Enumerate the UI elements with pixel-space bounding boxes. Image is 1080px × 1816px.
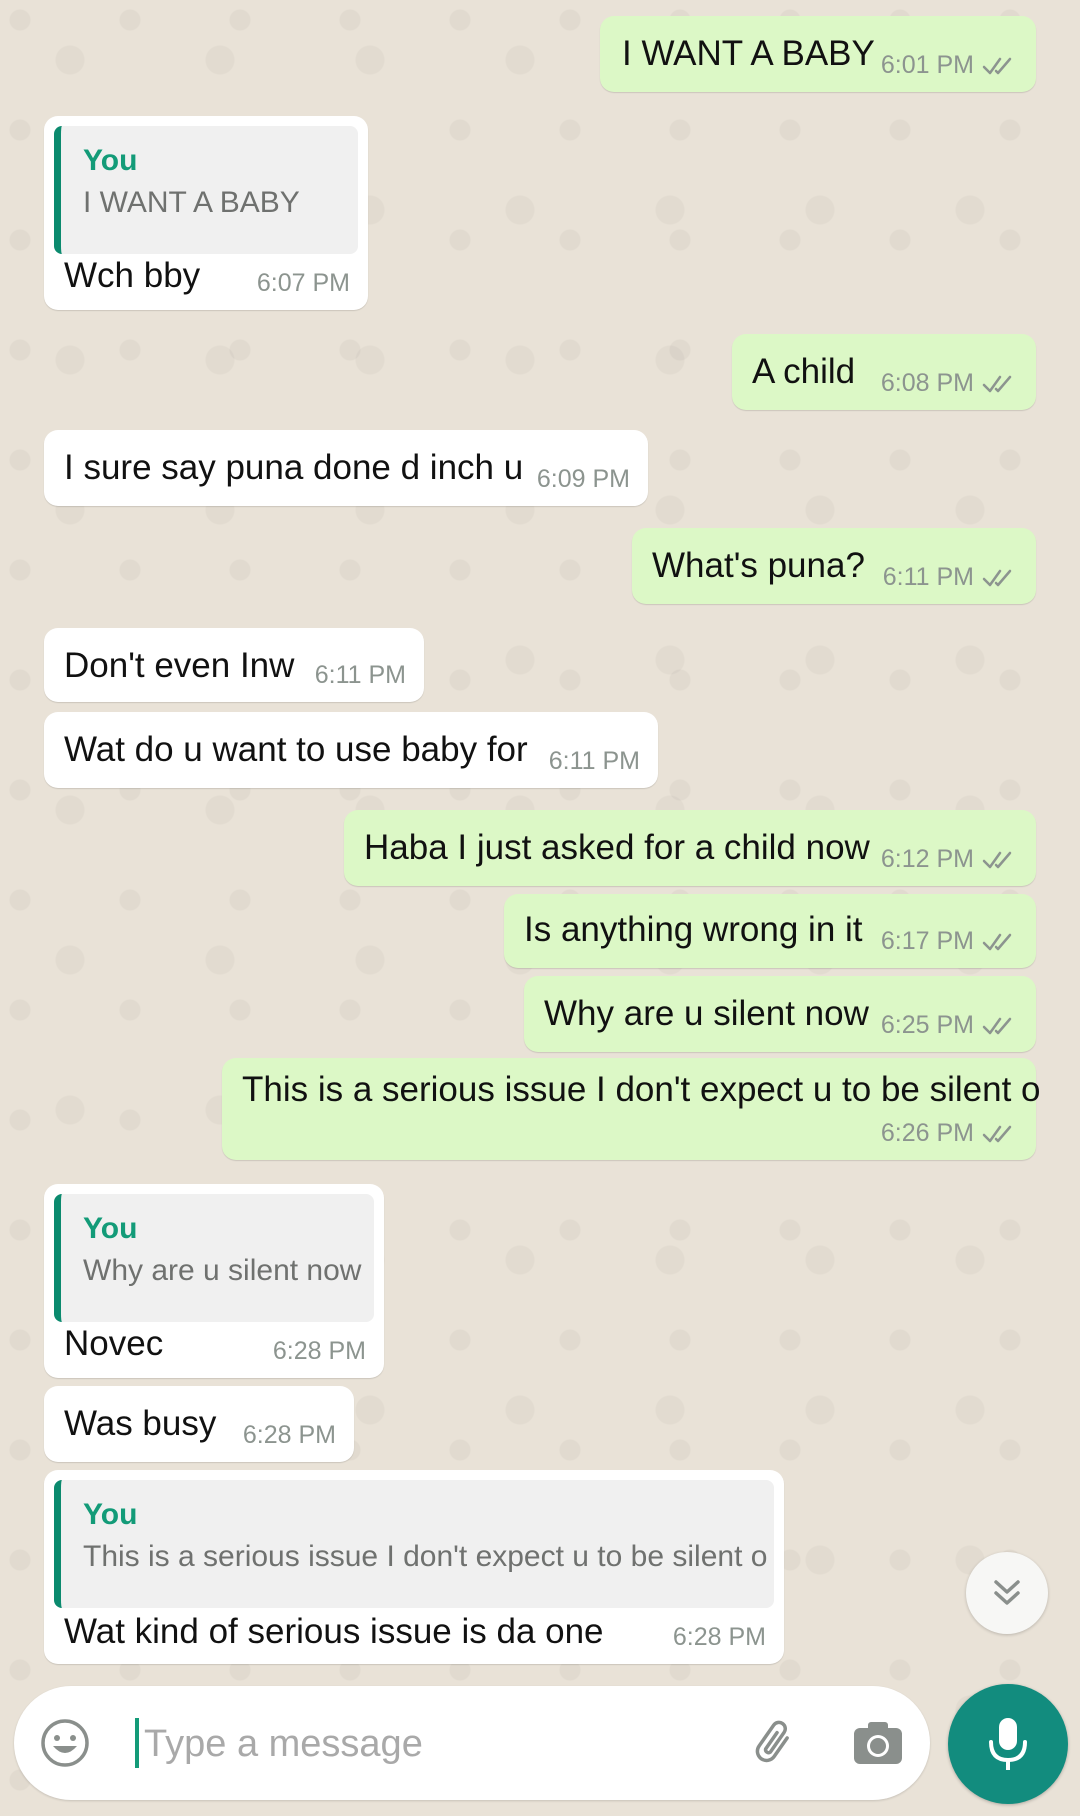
- message-composer: [14, 1686, 930, 1800]
- scroll-to-bottom-button[interactable]: [966, 1552, 1048, 1634]
- message-text: Wat do u want to use baby for: [64, 730, 528, 769]
- paperclip-icon[interactable]: [748, 1716, 804, 1772]
- message-text: A child: [752, 352, 856, 391]
- message-text: I WANT A BABY: [622, 34, 875, 73]
- microphone-icon: [989, 1718, 1027, 1770]
- message-outgoing[interactable]: What's puna? 6:11 PM: [632, 528, 1036, 604]
- read-ticks-icon: [982, 1125, 1012, 1142]
- message-text: Wch bby: [64, 256, 201, 295]
- message-meta: 6:08 PM: [881, 369, 1018, 398]
- message-outgoing[interactable]: Haba I just asked for a child now 6:12 P…: [344, 810, 1036, 886]
- message-meta: 6:09 PM: [537, 465, 630, 494]
- message-time: 6:07 PM: [256, 269, 350, 297]
- quoted-message[interactable]: You This is a serious issue I don't expe…: [54, 1480, 774, 1608]
- read-ticks-icon: [982, 1017, 1012, 1034]
- message-incoming[interactable]: Wat do u want to use baby for 6:11 PM: [44, 712, 658, 788]
- message-incoming[interactable]: Was busy 6:28 PM: [44, 1386, 354, 1462]
- quoted-text: This is a serious issue I don't expect u…: [83, 1540, 768, 1573]
- message-time: 6:28 PM: [672, 1623, 766, 1651]
- message-outgoing[interactable]: Why are u silent now 6:25 PM: [524, 976, 1036, 1052]
- message-incoming[interactable]: You This is a serious issue I don't expe…: [44, 1470, 784, 1664]
- message-time: 6:17 PM: [880, 927, 974, 955]
- quoted-message[interactable]: You I WANT A BABY: [54, 126, 358, 254]
- message-meta: 6:25 PM: [881, 1011, 1018, 1040]
- quoted-sender: You: [83, 1212, 138, 1245]
- message-text: Why are u silent now: [544, 994, 869, 1033]
- message-text: This is a serious issue I don't expect u…: [242, 1070, 1041, 1109]
- message-outgoing[interactable]: This is a serious issue I don't expect u…: [222, 1058, 1041, 1160]
- double-chevron-down-icon: [994, 1580, 1020, 1605]
- message-time: 6:26 PM: [880, 1119, 974, 1147]
- message-incoming[interactable]: You I WANT A BABY Wch bby 6:07 PM: [44, 116, 368, 310]
- quoted-sender: You: [83, 144, 138, 177]
- camera-icon[interactable]: [850, 1716, 906, 1772]
- message-meta: 6:07 PM: [257, 269, 350, 298]
- quoted-sender: You: [83, 1498, 138, 1531]
- message-meta: 6:28 PM: [243, 1421, 336, 1450]
- message-text: I sure say puna done d inch u: [64, 448, 524, 487]
- message-list[interactable]: I WANT A BABY 6:01 PM You I WANT A BABY …: [0, 0, 1080, 1680]
- message-incoming[interactable]: You Why are u silent now Novec 6:28 PM: [44, 1184, 384, 1378]
- message-text: Haba I just asked for a child now: [364, 828, 870, 867]
- message-incoming[interactable]: I sure say puna done d inch u 6:09 PM: [44, 430, 648, 506]
- message-time: 6:28 PM: [272, 1337, 366, 1365]
- message-text: What's puna?: [652, 546, 865, 585]
- quoted-text: Why are u silent now: [83, 1254, 362, 1287]
- message-meta: 6:11 PM: [549, 747, 640, 776]
- message-outgoing[interactable]: Is anything wrong in it 6:17 PM: [504, 894, 1036, 968]
- message-text: Don't even Inw: [64, 646, 295, 685]
- message-time: 6:08 PM: [880, 369, 974, 397]
- message-meta: 6:01 PM: [881, 51, 1018, 80]
- message-meta: 6:26 PM: [881, 1119, 1018, 1148]
- message-time: 6:12 PM: [880, 845, 974, 873]
- message-text: Novec: [64, 1324, 164, 1363]
- read-ticks-icon: [982, 375, 1012, 392]
- message-time: 6:01 PM: [880, 51, 974, 79]
- emoji-icon[interactable]: [38, 1716, 92, 1770]
- message-time: 6:11 PM: [548, 747, 640, 775]
- message-incoming[interactable]: Don't even Inw 6:11 PM: [44, 628, 424, 702]
- message-text: Wat kind of serious issue is da one: [64, 1612, 604, 1651]
- message-time: 6:11 PM: [314, 661, 406, 689]
- message-text: Was busy: [64, 1404, 217, 1443]
- message-meta: 6:11 PM: [315, 661, 406, 690]
- read-ticks-icon: [982, 569, 1012, 586]
- message-outgoing[interactable]: I WANT A BABY 6:01 PM: [600, 16, 1036, 92]
- message-outgoing[interactable]: A child 6:08 PM: [732, 334, 1036, 410]
- read-ticks-icon: [982, 57, 1012, 74]
- message-meta: 6:17 PM: [881, 927, 1018, 956]
- read-ticks-icon: [982, 851, 1012, 868]
- message-text: Is anything wrong in it: [524, 910, 863, 949]
- read-ticks-icon: [982, 933, 1012, 950]
- message-time: 6:28 PM: [242, 1421, 336, 1449]
- message-meta: 6:28 PM: [273, 1337, 366, 1366]
- message-time: 6:11 PM: [882, 563, 974, 591]
- message-time: 6:09 PM: [536, 465, 630, 493]
- text-cursor: [135, 1718, 139, 1768]
- message-meta: 6:12 PM: [881, 845, 1018, 874]
- quoted-message[interactable]: You Why are u silent now: [54, 1194, 374, 1322]
- message-meta: 6:11 PM: [883, 563, 1018, 592]
- message-time: 6:25 PM: [880, 1011, 974, 1039]
- quoted-text: I WANT A BABY: [83, 186, 300, 219]
- voice-record-button[interactable]: [948, 1684, 1068, 1804]
- message-meta: 6:28 PM: [673, 1623, 766, 1652]
- message-input[interactable]: [142, 1708, 726, 1780]
